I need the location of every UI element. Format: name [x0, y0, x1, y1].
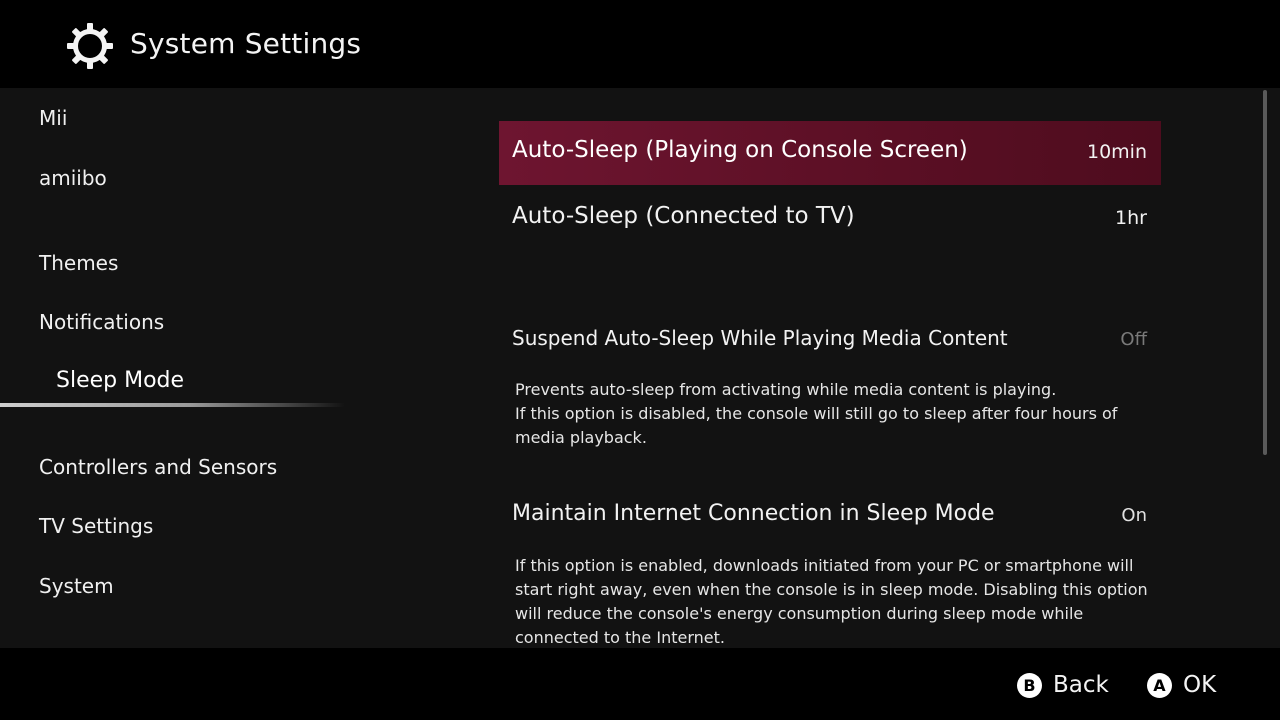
ok-label: OK: [1183, 672, 1217, 698]
sidebar-item-notifications[interactable]: Notifications: [39, 310, 164, 334]
sidebar-item-amiibo[interactable]: amiibo: [39, 166, 107, 190]
setting-auto-sleep-tv[interactable]: Auto-Sleep (Connected to TV) 1hr: [499, 186, 1161, 250]
ok-button[interactable]: A OK: [1147, 670, 1216, 700]
back-button[interactable]: B Back: [1017, 670, 1109, 700]
sidebar-item-mii[interactable]: Mii: [39, 106, 67, 130]
sidebar-item-controllers-and-sensors[interactable]: Controllers and Sensors: [39, 455, 277, 479]
setting-label: Suspend Auto-Sleep While Playing Media C…: [512, 326, 1008, 350]
setting-maintain-internet-connection[interactable]: Maintain Internet Connection in Sleep Mo…: [499, 486, 1161, 544]
setting-label: Maintain Internet Connection in Sleep Mo…: [512, 501, 995, 526]
setting-suspend-auto-sleep-media[interactable]: Suspend Auto-Sleep While Playing Media C…: [499, 312, 1161, 368]
sidebar-item-sleep-mode[interactable]: Sleep Mode: [56, 368, 184, 393]
footer-bar: B Back A OK: [0, 648, 1280, 720]
sidebar-item-tv-settings[interactable]: TV Settings: [39, 514, 153, 538]
page-title: System Settings: [130, 27, 362, 60]
b-button-icon: B: [1017, 672, 1042, 698]
setting-label: Auto-Sleep (Playing on Console Screen): [512, 137, 968, 163]
a-button-icon: A: [1147, 672, 1172, 698]
setting-label: Auto-Sleep (Connected to TV): [512, 203, 855, 229]
gear-icon: [67, 23, 113, 69]
header-bar: System Settings: [0, 0, 1280, 88]
setting-description: If this option is enabled, downloads ini…: [515, 556, 1148, 647]
selected-item-underline: [0, 403, 345, 407]
scrollbar[interactable]: [1263, 90, 1267, 455]
setting-value: 1hr: [1115, 207, 1147, 229]
sidebar: Mii amiibo Themes Notifications Sleep Mo…: [0, 88, 350, 648]
back-label: Back: [1053, 672, 1109, 698]
setting-description: Prevents auto-sleep from activating whil…: [515, 380, 1118, 447]
sidebar-item-system[interactable]: System: [39, 574, 114, 598]
sidebar-item-themes[interactable]: Themes: [39, 251, 118, 275]
setting-value: On: [1121, 505, 1147, 526]
setting-auto-sleep-console-screen[interactable]: Auto-Sleep (Playing on Console Screen) 1…: [499, 121, 1161, 185]
setting-value: Off: [1120, 329, 1147, 350]
setting-value: 10min: [1086, 141, 1147, 163]
main-panel: Mii amiibo Themes Notifications Sleep Mo…: [0, 88, 1280, 648]
